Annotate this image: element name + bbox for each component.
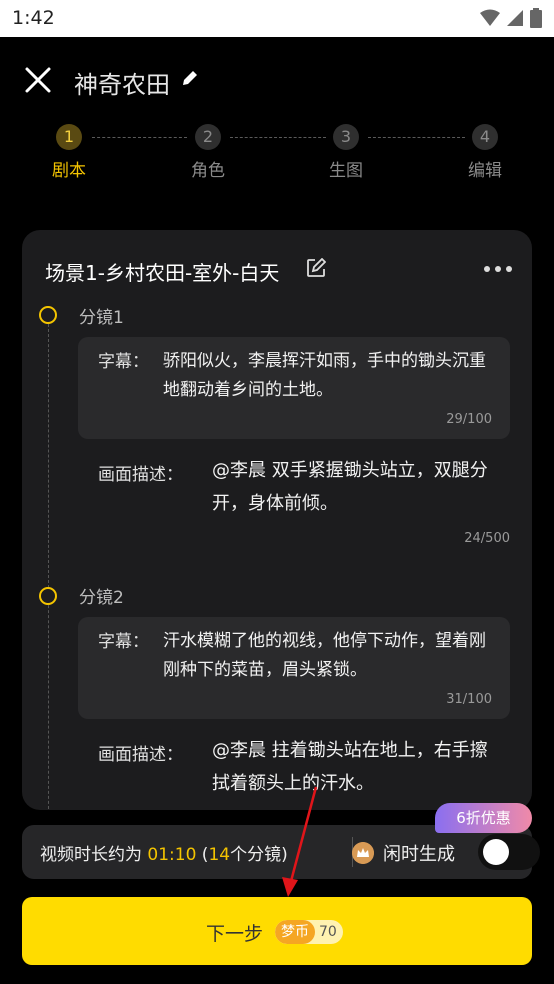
status-time: 1:42 [12,7,55,29]
duration-value: 01:10 [147,845,197,865]
subtitle-text[interactable]: 汗水模糊了他的视线，他停下动作，望着刚刚种下的菜苗，眉头紧锁。 [163,627,499,685]
shot-marker [39,306,57,324]
step-image[interactable]: 3 生图 [316,124,376,181]
next-button[interactable]: 下一步 梦币 70 [22,897,532,965]
step-number: 2 [195,124,221,150]
duration-open: ( [196,845,209,865]
step-script[interactable]: 1 剧本 [39,124,99,181]
subtitle-box[interactable]: 字幕： 汗水模糊了他的视线，他停下动作，望着刚刚种下的菜苗，眉头紧锁。 31/1… [78,617,510,719]
coin-value: 70 [319,924,337,940]
desc-key: 画面描述： [98,465,183,485]
subtitle-count: 31/100 [446,692,492,707]
shot-label: 分镜2 [79,588,124,608]
shot-count: 14 [208,845,231,865]
shot-label: 分镜1 [79,308,124,328]
battery-icon [530,8,542,28]
idle-generate-toggle[interactable] [478,834,540,870]
desc-count: 24/500 [464,531,510,546]
status-icons [480,8,542,28]
subtitle-text[interactable]: 骄阳似火，李晨挥汗如雨，手中的锄头沉重地翻动着乡间的土地。 [163,347,499,405]
scene-title: 场景1-乡村农田-室外-白天 [45,261,280,285]
step-edit[interactable]: 4 编辑 [455,124,515,181]
subtitle-key: 字幕： [98,632,149,652]
wifi-icon [480,9,500,26]
coin-name: 梦币 [275,920,315,944]
duration-bar: 视频时长约为 01:10 (14个分镜) 闲时生成 [22,825,540,879]
discount-badge: 6折优惠 [435,803,532,833]
duration-suffix: 个分镜) [230,845,288,865]
idle-generate-label: 闲时生成 [383,844,455,865]
subtitle-box[interactable]: 字幕： 骄阳似火，李晨挥汗如雨，手中的锄头沉重地翻动着乡间的土地。 29/100 [78,337,510,439]
step-connector [368,137,465,138]
shot-marker [39,587,57,605]
step-label: 编辑 [468,161,502,181]
subtitle-key: 字幕： [98,352,149,372]
step-number: 1 [56,124,82,150]
desc-key: 画面描述： [98,745,183,765]
coin-cost-badge: 梦币 70 [275,920,343,944]
step-character[interactable]: 2 角色 [178,124,238,181]
stepper: 1 剧本 2 角色 3 生图 4 编辑 [0,124,554,184]
pencil-icon[interactable] [180,68,200,88]
edit-icon[interactable] [306,258,326,278]
duration-text: 视频时长约为 01:10 (14个分镜) [40,840,288,865]
header: 神奇农田 [0,37,554,123]
subtitle-count: 29/100 [446,412,492,427]
next-button-label: 下一步 [206,923,264,945]
desc-text[interactable]: @李晨 双手紧握锄头站立，双腿分开，身体前倾。 [212,454,492,520]
step-number: 3 [333,124,359,150]
close-icon[interactable] [22,64,54,96]
step-connector [230,137,326,138]
step-number: 4 [472,124,498,150]
status-bar: 1:42 [0,0,554,37]
desc-text[interactable]: @李晨 拄着锄头站在地上，右手擦拭着额头上的汗水。 [212,734,492,800]
step-label: 剧本 [52,161,86,181]
signal-icon [507,10,523,26]
crown-icon [352,842,374,864]
timeline-line [48,324,49,810]
more-options-icon[interactable] [484,266,512,272]
duration-prefix: 视频时长约为 [40,845,148,865]
step-label: 生图 [329,161,363,181]
step-label: 角色 [191,161,225,181]
toggle-knob [483,839,509,865]
page-title: 神奇农田 [74,71,170,99]
scene-card: 场景1-乡村农田-室外-白天 分镜1 字幕： 骄阳似火，李晨挥汗如雨，手中的锄头… [22,230,532,810]
step-connector [92,137,187,138]
